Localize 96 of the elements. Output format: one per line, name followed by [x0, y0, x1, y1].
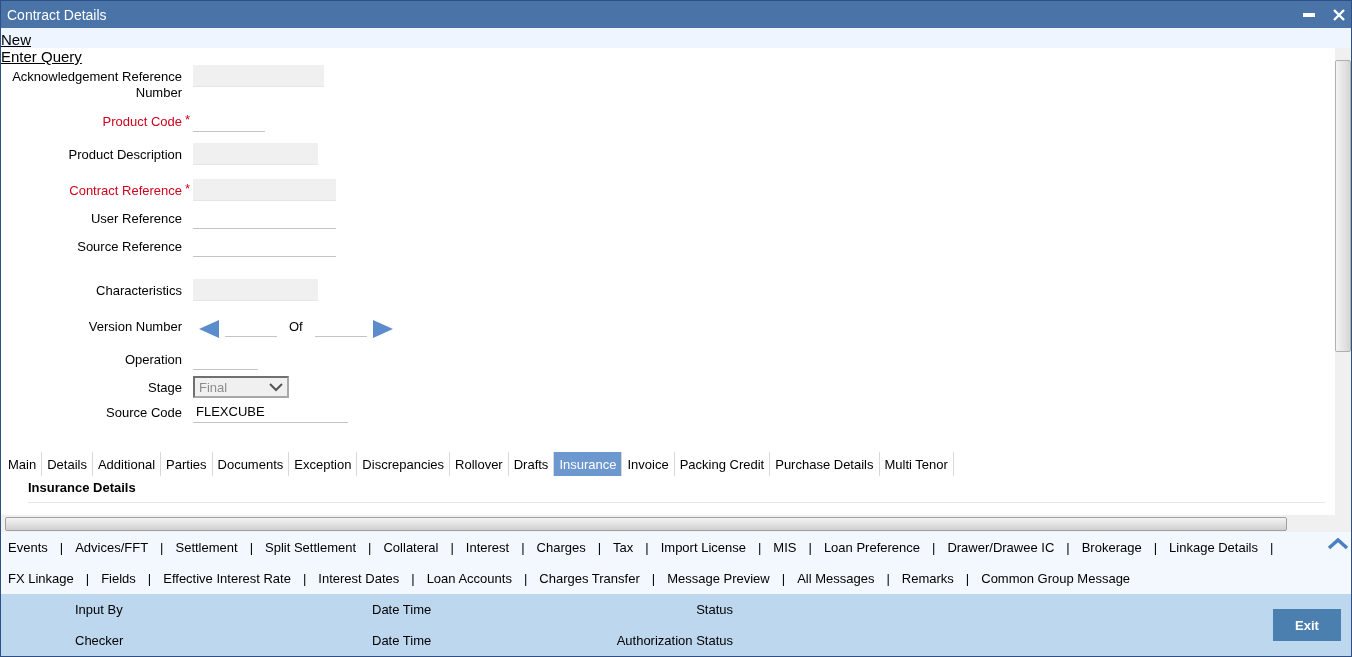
tab[interactable]: Additional — [92, 452, 162, 476]
footer-label: Status — [695, 602, 733, 617]
separator: | — [58, 540, 65, 555]
action-link[interactable]: Linkage Details — [1169, 539, 1258, 556]
separator: | — [931, 540, 937, 555]
separator: | — [248, 540, 255, 555]
input-field[interactable] — [193, 65, 324, 87]
action-link[interactable]: Settlement — [175, 539, 238, 556]
footer-label: Checker — [75, 633, 125, 648]
footer-label: Date Time — [372, 633, 433, 648]
input-field[interactable] — [193, 179, 336, 201]
of-label: Of — [288, 319, 304, 334]
tab[interactable]: Discrepancies — [357, 452, 450, 476]
tab[interactable]: Packing Credit — [674, 452, 771, 476]
separator: | — [650, 571, 657, 586]
separator: | — [367, 540, 373, 555]
footer-label: Input By — [75, 602, 124, 617]
vertical-scrollbar[interactable] — [1335, 48, 1351, 515]
separator: | — [1065, 540, 1071, 555]
chevron-icon — [269, 382, 283, 392]
field-label: Contract Reference — [68, 183, 182, 199]
separator: | — [301, 571, 308, 586]
action-link[interactable]: Loan Preference — [823, 539, 920, 556]
previous-arrow-icon[interactable] — [197, 319, 221, 339]
separator: | — [756, 540, 763, 555]
action-link[interactable]: Common Group Message — [981, 570, 1131, 587]
action-link[interactable]: Advices/FFT — [75, 539, 149, 556]
separator: | — [520, 540, 526, 555]
separator: | — [1152, 540, 1159, 555]
tab[interactable]: Multi Tenor — [879, 452, 954, 476]
footer-label: Authorization Status — [615, 633, 733, 648]
field-label: Version Number — [87, 319, 182, 335]
separator: | — [1268, 540, 1275, 555]
tab[interactable]: Invoice — [622, 452, 675, 476]
separator: | — [522, 571, 529, 586]
tab[interactable]: Details — [42, 452, 93, 476]
exit-button[interactable]: Exit — [1273, 609, 1341, 641]
tab[interactable]: Documents — [212, 452, 290, 476]
separator: | — [596, 540, 603, 555]
tab[interactable]: Rollover — [450, 452, 509, 476]
separator: | — [807, 540, 813, 555]
field-label: Product Code — [101, 114, 182, 130]
action-link[interactable]: Message Preview — [667, 570, 770, 587]
separator: | — [780, 571, 787, 586]
separator: | — [644, 540, 650, 555]
action-link[interactable]: FX Linkage — [8, 570, 74, 587]
action-link[interactable]: Brokerage — [1081, 539, 1142, 556]
separator: | — [84, 571, 91, 586]
action-link[interactable]: MIS — [773, 539, 797, 556]
separator: | — [410, 571, 416, 586]
required-mark: * — [183, 183, 192, 195]
action-link[interactable]: All Messages — [797, 570, 875, 587]
separator: | — [449, 540, 455, 555]
action-link[interactable]: Charges — [536, 539, 586, 556]
next-arrow-icon[interactable] — [370, 319, 395, 339]
required-mark: * — [183, 114, 192, 126]
footer-label: Date Time — [372, 602, 433, 617]
action-link[interactable]: Loan Accounts — [426, 570, 512, 587]
input-field[interactable] — [193, 143, 318, 165]
action-link[interactable]: Charges Transfer — [539, 570, 640, 587]
field-label: Source Code — [105, 405, 182, 421]
input-field[interactable] — [193, 279, 318, 301]
action-link[interactable]: Interest Dates — [318, 570, 400, 587]
tab[interactable]: Purchase Details — [770, 452, 880, 476]
section-title: Insurance Details — [28, 480, 136, 495]
field-label: Product Description — [67, 147, 182, 163]
separator: | — [885, 571, 891, 586]
action-link[interactable]: Import License — [660, 539, 746, 556]
tab[interactable]: Exception — [289, 452, 358, 476]
action-link[interactable]: Remarks — [901, 570, 954, 587]
action-link[interactable]: Drawer/Drawee IC — [947, 539, 1055, 556]
field-label: Stage — [147, 380, 182, 396]
minimize-icon[interactable] — [1303, 12, 1315, 17]
tab[interactable]: Parties — [161, 452, 213, 476]
action-link[interactable]: Collateral — [383, 539, 439, 556]
separator: | — [146, 571, 153, 586]
horizontal-scrollbar[interactable] — [1, 515, 1351, 532]
action-link[interactable]: Fields — [101, 570, 136, 587]
action-link[interactable]: Events — [8, 539, 48, 556]
collapse-icon[interactable] — [1327, 538, 1349, 550]
action-link[interactable]: Interest — [465, 539, 510, 556]
field-label: Characteristics — [95, 283, 182, 299]
separator: | — [159, 540, 165, 555]
action-link[interactable]: Split Settlement — [265, 539, 357, 556]
tab[interactable]: Main — [3, 452, 43, 476]
field-label: Source Reference — [76, 239, 182, 255]
close-icon[interactable] — [1333, 8, 1345, 21]
field-label: Acknowledgement Reference Number — [11, 69, 182, 101]
action-link[interactable]: Tax — [613, 539, 634, 556]
separator: | — [964, 571, 971, 586]
window-title: Contract Details — [7, 6, 107, 23]
action-link[interactable]: Effective Interest Rate — [163, 570, 291, 587]
enter-query-link[interactable]: Enter Query — [1, 48, 82, 65]
field-label: Operation — [123, 352, 182, 368]
field-label: User Reference — [89, 211, 182, 227]
new-link[interactable]: New — [1, 31, 31, 48]
